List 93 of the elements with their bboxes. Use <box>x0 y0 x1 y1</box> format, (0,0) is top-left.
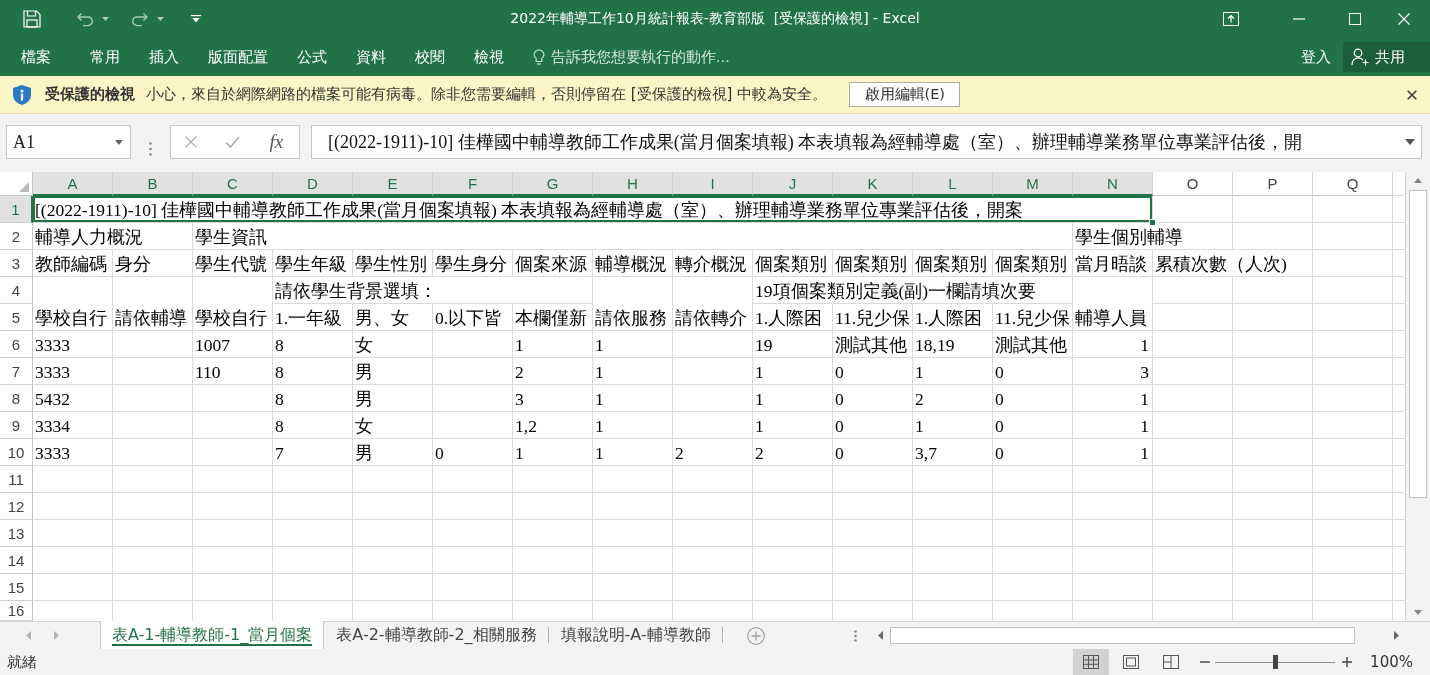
close-icon[interactable] <box>1407 89 1417 100</box>
row-header[interactable]: 11 <box>0 466 33 493</box>
caret-down-icon[interactable] <box>1414 610 1422 615</box>
ribbon-tab[interactable]: 校閱 <box>400 42 459 72</box>
scrollbar-thumb[interactable] <box>1409 190 1427 498</box>
vertical-scrollbar[interactable] <box>1405 172 1430 621</box>
table-cell[interactable]: [(2022-1911)-10] 佳樺國中輔導教師工作成果(當月個案填報) 本表填報為經輔導處（室）、辦理輔導業務單位專業評估後，開案 <box>33 196 1153 223</box>
triangle-icon <box>19 182 29 192</box>
message-title: 受保護的檢視 <box>45 85 135 104</box>
vertical-dots-icon[interactable] <box>853 629 857 642</box>
column-header[interactable]: H <box>593 172 673 196</box>
row-header[interactable]: 5 <box>0 304 33 331</box>
column-header[interactable]: K <box>833 172 913 196</box>
column-header[interactable]: A <box>33 172 113 196</box>
caret-icon[interactable] <box>191 15 201 23</box>
sheet-tab[interactable]: 填報說明-A-輔導教師 <box>548 621 723 649</box>
caret-icon[interactable] <box>156 17 164 21</box>
column-header[interactable]: C <box>193 172 273 196</box>
sheet-tab[interactable]: 表A-2-輔導教師-2_相關服務 <box>324 621 549 649</box>
row-header[interactable]: 15 <box>0 574 33 601</box>
column-header[interactable]: O <box>1153 172 1233 196</box>
row-header[interactable]: 12 <box>0 493 33 520</box>
column-header[interactable]: E <box>353 172 433 196</box>
sign-in-link[interactable]: 登入 <box>1293 42 1339 72</box>
normal-view-button[interactable] <box>1073 649 1110 675</box>
column-header[interactable]: M <box>993 172 1073 196</box>
ribbon-tab[interactable]: 常用 <box>75 42 134 72</box>
minus-icon[interactable] <box>1200 661 1211 663</box>
select-all-button[interactable] <box>0 172 33 196</box>
row-header[interactable]: 7 <box>0 358 33 385</box>
plus-icon[interactable] <box>1342 657 1353 667</box>
column-header[interactable]: G <box>513 172 593 196</box>
name-box[interactable]: A1 <box>6 125 131 159</box>
row-header[interactable]: 8 <box>0 385 33 412</box>
column-header[interactable]: D <box>273 172 353 196</box>
save-icon[interactable] <box>23 10 41 28</box>
sheet-tab[interactable]: 表A-1-輔導教師-1_當月個案 <box>100 621 325 649</box>
column-header[interactable]: P <box>1233 172 1313 196</box>
split-page-icon <box>1163 655 1180 669</box>
undo-icon[interactable] <box>76 11 94 27</box>
caret-left-icon[interactable] <box>878 631 883 640</box>
zoom-percentage[interactable]: 100% <box>1370 653 1413 671</box>
tell-me-field[interactable]: 告訴我您想要執行的動作... <box>551 45 791 69</box>
check-icon[interactable] <box>224 136 240 148</box>
column-header[interactable]: J <box>753 172 833 196</box>
user-plus-icon <box>1351 48 1369 66</box>
column-header[interactable]: L <box>913 172 993 196</box>
scrollbar-thumb[interactable] <box>890 627 1355 644</box>
ribbon-tab[interactable]: 檔案 <box>6 42 65 72</box>
x-icon[interactable] <box>184 136 197 148</box>
column-header[interactable]: N <box>1073 172 1153 196</box>
row-header[interactable]: 13 <box>0 520 33 547</box>
ribbon-tab[interactable]: 公式 <box>282 42 341 72</box>
row-header[interactable]: 4 <box>0 277 33 304</box>
box-arrow-up-icon[interactable] <box>1223 12 1239 26</box>
caret-icon[interactable] <box>115 139 123 145</box>
column-header[interactable]: F <box>433 172 513 196</box>
row-header[interactable]: 1 <box>0 196 33 223</box>
share-button[interactable]: 共用 <box>1343 42 1430 72</box>
row-header[interactable]: 14 <box>0 547 33 574</box>
column-header[interactable]: I <box>673 172 753 196</box>
caret-right-icon[interactable] <box>1394 631 1399 640</box>
caret-icon[interactable] <box>1405 139 1415 145</box>
window-title: 2022年輔導工作10月統計報表-教育部版 [受保護的檢視] - Excel <box>510 10 920 28</box>
vertical-dots-icon[interactable] <box>149 141 152 156</box>
message-text: 小心，來自於網際網路的檔案可能有病毒。除非您需要編輯，否則停留在 [受保護的檢視] 中較為安全。 <box>146 85 828 104</box>
grid-icon <box>1083 655 1100 669</box>
row-header[interactable]: 9 <box>0 412 33 439</box>
status-text: 就緒 <box>7 652 37 672</box>
ribbon-tab[interactable]: 資料 <box>341 42 400 72</box>
row-header[interactable]: 10 <box>0 439 33 466</box>
row-header[interactable]: 6 <box>0 331 33 358</box>
ribbon-tab[interactable]: 版面配置 <box>193 42 282 72</box>
ribbon-tab[interactable]: 檢視 <box>459 42 518 72</box>
row-header[interactable]: 3 <box>0 250 33 277</box>
zoom-slider-thumb[interactable] <box>1272 655 1278 669</box>
shield-info-icon <box>12 83 32 106</box>
caret-icon[interactable] <box>101 17 109 21</box>
lightbulb-icon <box>533 48 545 66</box>
enable-editing-button[interactable]: 啟用編輯(E) <box>849 82 961 107</box>
ribbon-tab[interactable]: 插入 <box>134 42 193 72</box>
maximize-icon[interactable] <box>1349 13 1361 25</box>
plus-circle-icon[interactable] <box>746 626 765 645</box>
redo-icon[interactable] <box>131 11 149 27</box>
row-header[interactable]: 16 <box>0 601 33 621</box>
fill-handle[interactable] <box>1149 219 1156 226</box>
row-header[interactable]: 2 <box>0 223 33 250</box>
insert-function-button[interactable]: fx <box>267 131 286 153</box>
column-header[interactable]: Q <box>1313 172 1393 196</box>
page-icon <box>1123 655 1140 669</box>
column-header[interactable]: B <box>113 172 193 196</box>
formula-field[interactable]: [(2022-1911)-10] 佳樺國中輔導教師工作成果(當月個案填報) 本表填報為經輔導處（室）、辦理輔導業務單位專業評估後，開 <box>311 125 1422 159</box>
caret-up-icon[interactable] <box>1414 178 1422 183</box>
